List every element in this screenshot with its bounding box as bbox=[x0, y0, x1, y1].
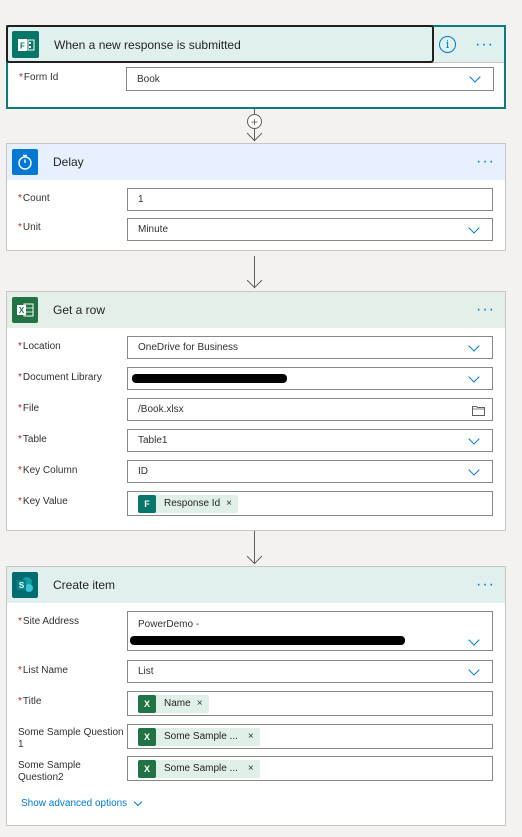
chevron-down-icon bbox=[469, 71, 481, 83]
document-library-label: *Document Library bbox=[18, 372, 102, 383]
get-row-card: X Get a row ··· *Location OneDrive for B… bbox=[6, 291, 506, 531]
token-label: Some Sample ... bbox=[164, 763, 238, 774]
form-id-dropdown[interactable]: Book bbox=[126, 67, 494, 91]
chevron-down-icon bbox=[468, 463, 480, 476]
chevron-down-icon bbox=[468, 221, 480, 234]
name-token[interactable]: X Name × bbox=[138, 694, 209, 713]
list-name-label: *List Name bbox=[18, 665, 68, 676]
get-row-header[interactable]: X Get a row ··· bbox=[7, 292, 505, 328]
delay-card: Delay ··· *Count 1 *Unit Minute bbox=[6, 143, 506, 251]
delay-more-icon[interactable]: ··· bbox=[476, 153, 495, 171]
create-item-more-icon[interactable]: ··· bbox=[476, 576, 495, 594]
folder-icon[interactable] bbox=[472, 405, 485, 416]
token-label: Some Sample ... bbox=[164, 731, 238, 742]
question2-token[interactable]: X Some Sample ... × bbox=[138, 759, 260, 778]
remove-token-icon[interactable]: × bbox=[226, 498, 232, 509]
table-dropdown[interactable]: Table1 bbox=[127, 429, 493, 452]
create-item-header[interactable]: S Create item ··· bbox=[7, 567, 505, 603]
svg-text:S: S bbox=[19, 581, 25, 590]
forms-icon: F bbox=[138, 494, 156, 513]
excel-icon: X bbox=[138, 759, 156, 778]
title-label: *Title bbox=[18, 696, 42, 707]
question1-label: Some Sample Question 1 bbox=[18, 727, 124, 750]
key-value-label: *Key Value bbox=[18, 496, 68, 507]
excel-icon: X bbox=[138, 727, 156, 746]
info-icon[interactable]: i bbox=[439, 36, 456, 53]
count-label: *Count bbox=[18, 193, 50, 204]
question1-token[interactable]: X Some Sample ... × bbox=[138, 727, 260, 746]
get-row-title: Get a row bbox=[53, 303, 106, 317]
question2-label: Some Sample Question2 bbox=[18, 760, 81, 783]
create-item-card: S Create item ··· *Site Address PowerDem… bbox=[6, 566, 506, 826]
document-library-dropdown[interactable] bbox=[127, 367, 493, 390]
show-advanced-options-link[interactable]: Show advanced options bbox=[21, 797, 143, 809]
chevron-down-icon bbox=[468, 663, 480, 676]
key-column-dropdown[interactable]: ID bbox=[127, 460, 493, 483]
arrow-down-icon bbox=[246, 125, 263, 142]
table-label: *Table bbox=[18, 434, 47, 445]
location-dropdown[interactable]: OneDrive for Business bbox=[127, 336, 493, 359]
remove-token-icon[interactable]: × bbox=[197, 698, 203, 709]
redaction-mark bbox=[132, 374, 287, 383]
create-item-title: Create item bbox=[53, 578, 116, 592]
get-row-more-icon[interactable]: ··· bbox=[476, 301, 495, 319]
form-id-label: *Form Id bbox=[19, 72, 59, 83]
excel-icon: X bbox=[12, 297, 38, 323]
location-label: *Location bbox=[18, 341, 61, 352]
chevron-down-icon bbox=[468, 432, 480, 445]
arrow-down-icon bbox=[246, 548, 263, 565]
list-name-dropdown[interactable]: List bbox=[127, 660, 493, 683]
key-column-label: *Key Column bbox=[18, 465, 78, 476]
file-label: *File bbox=[18, 403, 40, 414]
excel-icon: X bbox=[138, 694, 156, 713]
svg-text:X: X bbox=[19, 306, 25, 315]
token-label: Name bbox=[164, 698, 191, 709]
redaction-mark bbox=[130, 636, 405, 645]
trigger-title-outline bbox=[6, 25, 434, 63]
title-input[interactable]: X Name × bbox=[127, 691, 493, 716]
trigger-header[interactable]: F When a new response is submitted i ··· bbox=[6, 25, 504, 63]
site-address-dropdown[interactable]: PowerDemo - bbox=[127, 611, 493, 651]
trigger-more-icon[interactable]: ··· bbox=[475, 36, 494, 54]
chevron-down-icon bbox=[468, 339, 480, 352]
delay-title: Delay bbox=[53, 155, 84, 169]
remove-token-icon[interactable]: × bbox=[248, 763, 254, 774]
remove-token-icon[interactable]: × bbox=[248, 731, 254, 742]
key-value-input[interactable]: F Response Id × bbox=[127, 491, 493, 516]
sharepoint-icon: S bbox=[12, 572, 38, 598]
response-id-token[interactable]: F Response Id × bbox=[138, 494, 238, 513]
question2-input[interactable]: X Some Sample ... × bbox=[127, 756, 493, 781]
token-label: Response Id bbox=[164, 498, 221, 509]
count-input[interactable]: 1 bbox=[127, 188, 493, 211]
file-input[interactable]: /Book.xlsx bbox=[127, 398, 493, 421]
chevron-down-icon bbox=[468, 370, 480, 383]
site-address-label: *Site Address bbox=[18, 616, 80, 627]
chevron-down-icon bbox=[468, 634, 480, 646]
arrow-down-icon bbox=[246, 272, 263, 289]
unit-label: *Unit bbox=[18, 222, 41, 233]
required-mark: * bbox=[19, 72, 23, 83]
timer-icon bbox=[12, 149, 38, 175]
delay-header[interactable]: Delay ··· bbox=[7, 144, 505, 180]
chevron-down-icon bbox=[133, 797, 143, 806]
unit-dropdown[interactable]: Minute bbox=[127, 218, 493, 241]
question1-input[interactable]: X Some Sample ... × bbox=[127, 724, 493, 749]
trigger-card: F When a new response is submitted i ···… bbox=[6, 25, 506, 109]
